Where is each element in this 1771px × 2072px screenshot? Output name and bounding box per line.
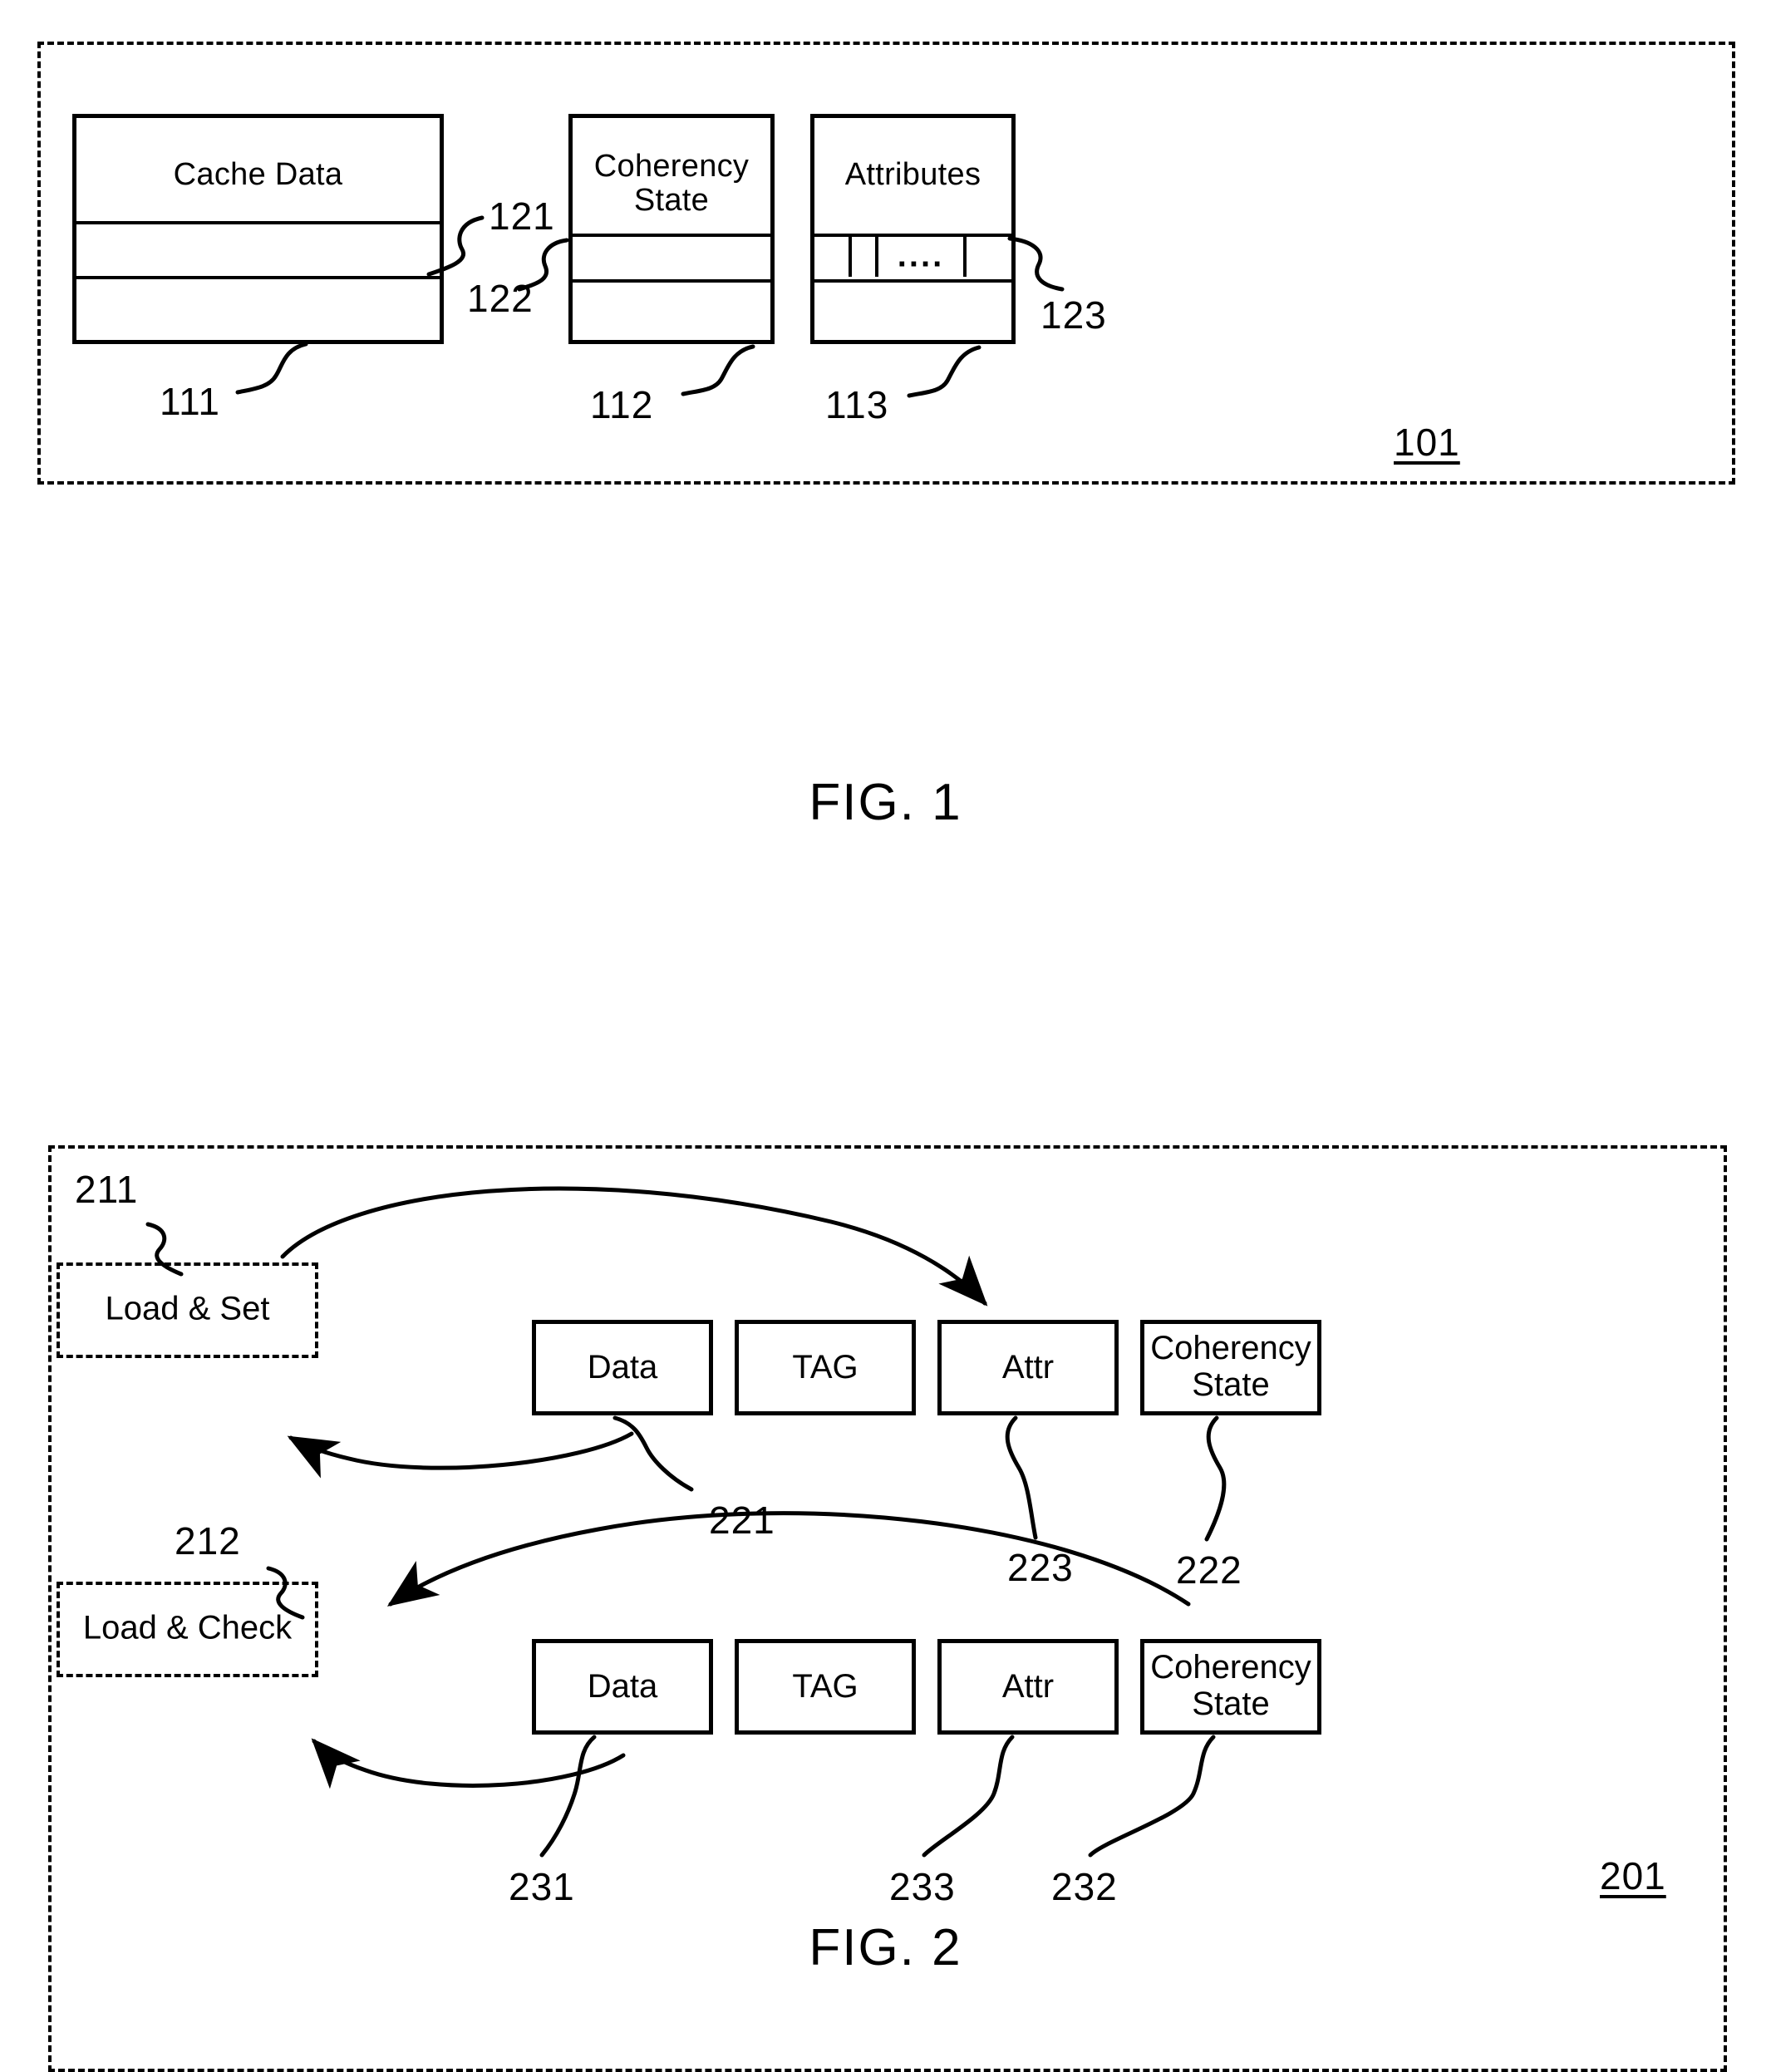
row2-tag-field: TAG bbox=[735, 1639, 916, 1735]
ref-numeral-233: 233 bbox=[889, 1865, 956, 1908]
ref-numeral-201: 201 bbox=[1600, 1854, 1666, 1897]
ref-numeral-232: 232 bbox=[1051, 1865, 1118, 1908]
load-and-check-block: Load & Check bbox=[57, 1582, 318, 1677]
attribute-cell-1 bbox=[814, 235, 852, 277]
attribute-cell-4 bbox=[967, 235, 1011, 277]
row1-coherency-state-field: Coherency State bbox=[1140, 1320, 1321, 1415]
coherency-state-title: Coherency State bbox=[573, 149, 770, 219]
coherency-state-row-divider-2 bbox=[568, 279, 775, 283]
ref-numeral-231: 231 bbox=[509, 1865, 575, 1908]
row1-coh-line1: Coherency bbox=[1150, 1329, 1311, 1366]
row1-coh-line2: State bbox=[1192, 1366, 1270, 1403]
row2-coh-line1: Coherency bbox=[1150, 1648, 1311, 1686]
row1-attr-field: Attr bbox=[937, 1320, 1119, 1415]
row1-tag-label: TAG bbox=[792, 1348, 858, 1385]
ref-numeral-121: 121 bbox=[489, 194, 555, 238]
row1-attr-label: Attr bbox=[1001, 1348, 1055, 1385]
row2-attr-label: Attr bbox=[1001, 1667, 1055, 1705]
ref-numeral-101: 101 bbox=[1394, 421, 1460, 464]
attribute-cell-2 bbox=[852, 235, 878, 277]
ref-numeral-212: 212 bbox=[175, 1519, 241, 1563]
ref-numeral-111: 111 bbox=[160, 380, 220, 423]
fig2-caption: FIG. 2 bbox=[809, 1919, 962, 1976]
row2-data-field: Data bbox=[532, 1639, 713, 1735]
attributes-row-divider-2 bbox=[810, 279, 1016, 283]
load-and-check-label: Load & Check bbox=[82, 1609, 293, 1646]
coherency-state-row-divider-1 bbox=[568, 234, 775, 237]
ref-numeral-222: 222 bbox=[1176, 1548, 1242, 1592]
coherency-state-title-line1: Coherency bbox=[593, 149, 750, 184]
cache-data-row-divider-1 bbox=[72, 221, 444, 224]
load-and-set-label: Load & Set bbox=[105, 1290, 270, 1327]
row2-coh-line2: State bbox=[1192, 1685, 1270, 1722]
patent-drawing-sheet: Cache Data Coherency State Attributes ..… bbox=[0, 0, 1771, 2072]
row1-data-label: Data bbox=[587, 1348, 658, 1385]
fig1-caption: FIG. 1 bbox=[809, 774, 962, 831]
row2-attr-field: Attr bbox=[937, 1639, 1119, 1735]
coherency-state-title-line2: State bbox=[633, 183, 710, 219]
cache-data-row-divider-2 bbox=[72, 276, 444, 279]
ref-numeral-113: 113 bbox=[825, 383, 889, 426]
cache-data-table: Cache Data bbox=[72, 114, 444, 344]
row2-data-label: Data bbox=[587, 1667, 658, 1705]
ref-numeral-223: 223 bbox=[1007, 1546, 1074, 1589]
row1-tag-field: TAG bbox=[735, 1320, 916, 1415]
row2-coherency-state-field: Coherency State bbox=[1140, 1639, 1321, 1735]
load-and-set-block: Load & Set bbox=[57, 1262, 318, 1358]
ref-numeral-122: 122 bbox=[467, 277, 534, 320]
row2-coherency-state-label: Coherency State bbox=[1144, 1649, 1317, 1722]
ref-numeral-112: 112 bbox=[590, 383, 654, 426]
attributes-title: Attributes bbox=[844, 157, 981, 192]
attribute-cell-3-label: .... bbox=[897, 237, 945, 274]
attributes-table: Attributes bbox=[810, 114, 1016, 344]
ref-numeral-221: 221 bbox=[709, 1499, 775, 1542]
row2-tag-label: TAG bbox=[792, 1667, 858, 1705]
attribute-cell-ellipsis: .... bbox=[878, 235, 967, 277]
attribute-bit-cells: .... bbox=[814, 235, 1011, 277]
row1-coherency-state-label: Coherency State bbox=[1144, 1330, 1317, 1403]
ref-numeral-123: 123 bbox=[1040, 293, 1107, 337]
ref-numeral-211: 211 bbox=[75, 1168, 139, 1211]
row1-data-field: Data bbox=[532, 1320, 713, 1415]
cache-data-title: Cache Data bbox=[173, 157, 343, 192]
coherency-state-table: Coherency State bbox=[568, 114, 775, 344]
